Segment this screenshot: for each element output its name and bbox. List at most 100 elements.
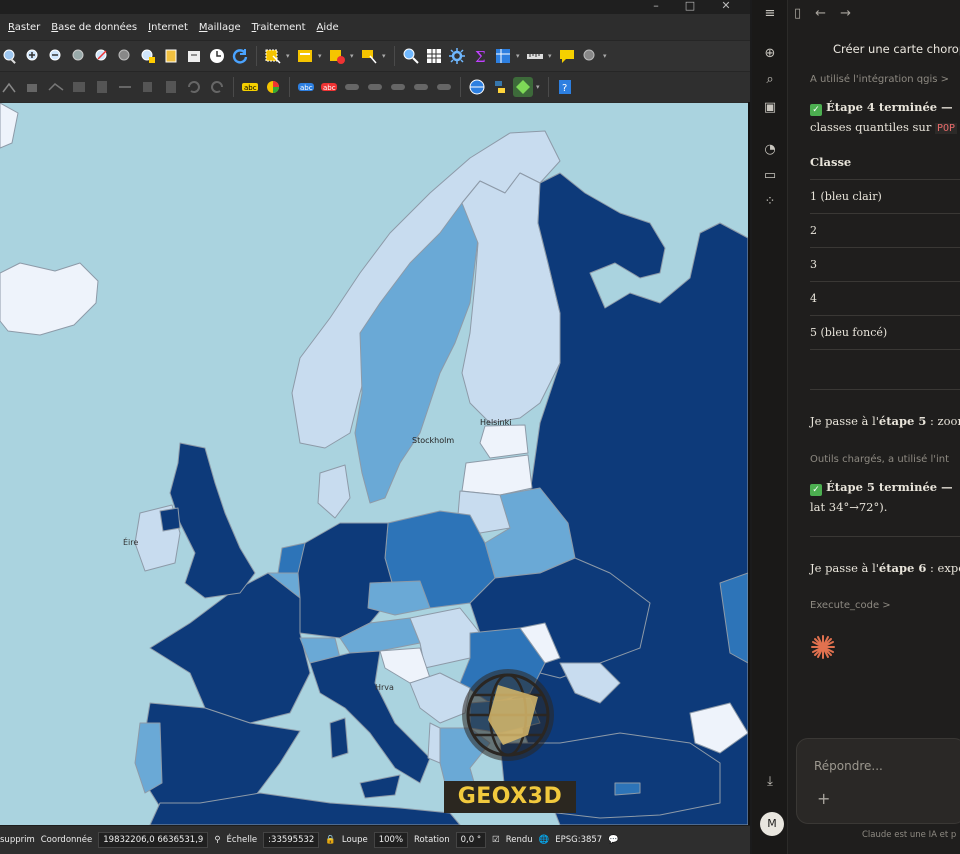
panel-toolbar: ▯ ← →: [788, 0, 960, 26]
toolbar-separator: [394, 46, 395, 66]
table-row: 1 (bleu clair): [810, 179, 960, 213]
chevron-down-icon[interactable]: ▾: [318, 52, 324, 60]
region-estonia: [479, 424, 529, 459]
projects-icon[interactable]: ▭: [760, 166, 780, 186]
python-console-icon[interactable]: [490, 77, 510, 97]
select-features-icon[interactable]: [263, 46, 283, 66]
identify-features-icon[interactable]: [401, 46, 421, 66]
menu-mesh[interactable]: Maillage: [199, 22, 241, 33]
add-attachment-icon[interactable]: +: [817, 789, 830, 808]
zoom-in-icon[interactable]: [23, 46, 43, 66]
copy-icon[interactable]: [138, 77, 158, 97]
attribute-table-icon[interactable]: [424, 46, 444, 66]
download-icon[interactable]: ⤓: [760, 772, 780, 792]
coordinate-field[interactable]: 19832206,0 6636531,9: [98, 832, 209, 848]
chevron-down-icon[interactable]: ▾: [536, 83, 542, 91]
paste-icon[interactable]: [161, 77, 181, 97]
tool-use-qgis[interactable]: A utilisé l'intégration qgis >: [810, 74, 949, 85]
zoom-last-icon[interactable]: [184, 46, 204, 66]
cut-icon[interactable]: [115, 77, 135, 97]
divider: [810, 389, 960, 390]
map-label-helsinki: Helsinki: [480, 418, 511, 427]
select-by-value-icon[interactable]: [295, 46, 315, 66]
tools-loaded-note[interactable]: Outils chargés, a utilisé l'int: [810, 454, 949, 465]
move-feature-icon[interactable]: [69, 77, 89, 97]
rotation-field[interactable]: 0,0 °: [455, 832, 487, 848]
chevron-down-icon[interactable]: ▾: [516, 52, 522, 60]
messages-icon[interactable]: 💬: [608, 835, 619, 845]
pan-map-icon[interactable]: [0, 46, 20, 66]
show-unplaced-labels-icon[interactable]: [411, 77, 431, 97]
chevron-down-icon[interactable]: ▾: [548, 52, 554, 60]
hide-labels-icon[interactable]: abc: [319, 77, 339, 97]
diagram-tool-icon[interactable]: [263, 77, 283, 97]
briefcase-icon[interactable]: ▣: [760, 98, 780, 118]
georeferencer-icon[interactable]: [513, 77, 533, 97]
label-options-icon[interactable]: [434, 77, 454, 97]
undo-icon[interactable]: [184, 77, 204, 97]
select-location-icon[interactable]: [359, 46, 379, 66]
reply-input[interactable]: Répondre...: [814, 759, 883, 773]
map-canvas[interactable]: Helsinki Stockholm Éire Hrva: [0, 103, 748, 825]
temporal-controller-icon[interactable]: [207, 46, 227, 66]
chevron-down-icon[interactable]: ▾: [286, 52, 292, 60]
zoom-selection-icon[interactable]: [138, 46, 158, 66]
menu-database[interactable]: Base de données: [51, 22, 137, 33]
forward-arrow-icon[interactable]: →: [840, 6, 851, 21]
chat-bubbles-icon[interactable]: ◔: [760, 140, 780, 160]
rotate-label-icon[interactable]: [365, 77, 385, 97]
expression-icon[interactable]: Σ: [470, 46, 490, 66]
menu-help[interactable]: Aide: [317, 22, 339, 33]
zoom-full-icon[interactable]: [92, 46, 112, 66]
field-calculator-icon[interactable]: [493, 46, 513, 66]
artifacts-icon[interactable]: ⁘: [760, 192, 780, 212]
menu-raster[interactable]: Raster: [8, 22, 40, 33]
chevron-down-icon[interactable]: ▾: [603, 52, 609, 60]
pin-labels-icon[interactable]: abc: [296, 77, 316, 97]
move-label-icon[interactable]: [342, 77, 362, 97]
change-label-icon[interactable]: [388, 77, 408, 97]
digitize-icon[interactable]: [0, 77, 20, 97]
zoom-out-icon[interactable]: [46, 46, 66, 66]
execute-code-tool[interactable]: Execute_code >: [810, 600, 891, 611]
search-icon[interactable]: ⌕: [760, 70, 780, 90]
map-tips-icon[interactable]: [557, 46, 577, 66]
zoom-scale-icon[interactable]: [580, 46, 600, 66]
refresh-icon[interactable]: [230, 46, 250, 66]
zoom-rubberband-icon[interactable]: [69, 46, 89, 66]
chevron-down-icon[interactable]: ▾: [382, 52, 388, 60]
conversation-title[interactable]: Créer une carte chorop: [833, 42, 960, 56]
delete-selected-icon[interactable]: [92, 77, 112, 97]
chevron-down-icon[interactable]: ▾: [350, 52, 356, 60]
zoom-layer-icon[interactable]: [115, 46, 135, 66]
scale-field[interactable]: :33595532: [263, 832, 320, 848]
reply-box[interactable]: Répondre... +: [796, 738, 960, 824]
deselect-icon[interactable]: [327, 46, 347, 66]
crs-globe-icon[interactable]: 🌐: [539, 835, 550, 845]
menu-processing[interactable]: Traitement: [252, 22, 306, 33]
new-chat-icon[interactable]: ⊕: [760, 44, 780, 64]
lock-icon[interactable]: 🔒: [325, 835, 336, 845]
avatar[interactable]: M: [760, 812, 784, 836]
maximize-icon[interactable]: □: [674, 0, 706, 14]
menu-icon[interactable]: ≡: [760, 4, 780, 24]
redo-icon[interactable]: [207, 77, 227, 97]
magnifier-field[interactable]: 100%: [373, 832, 409, 848]
menu-internet[interactable]: Internet: [148, 22, 188, 33]
help-icon[interactable]: ?: [555, 77, 575, 97]
minimize-icon[interactable]: –: [640, 0, 672, 14]
sidebar-toggle-icon[interactable]: ▯: [794, 6, 801, 21]
label-tool-icon[interactable]: abc: [240, 77, 260, 97]
zoom-native-icon[interactable]: [161, 46, 181, 66]
vertex-tool-icon[interactable]: [46, 77, 66, 97]
measure-icon[interactable]: [525, 46, 545, 66]
add-ring-icon[interactable]: [23, 77, 43, 97]
crs-button[interactable]: EPSG:3857: [555, 835, 602, 845]
back-arrow-icon[interactable]: ←: [815, 6, 826, 21]
render-checkbox[interactable]: ☑: [492, 835, 500, 845]
settings-icon[interactable]: [447, 46, 467, 66]
close-icon[interactable]: ✕: [710, 0, 742, 14]
coordinate-toggle-icon[interactable]: ⚲: [214, 835, 220, 845]
plugin-globe-icon[interactable]: [467, 77, 487, 97]
region-cyprus: [614, 782, 641, 796]
